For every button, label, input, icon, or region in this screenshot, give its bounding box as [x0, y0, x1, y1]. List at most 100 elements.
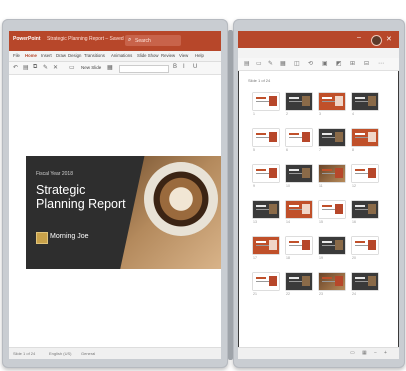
thumbnail-image-block [302, 204, 310, 214]
slide-thumbnail[interactable] [286, 201, 312, 218]
toolbar-icon-11[interactable]: ⋯ [378, 60, 384, 67]
tab-transitions[interactable]: Transitions [84, 53, 105, 58]
slide-number: 21 [253, 292, 257, 296]
slide-thumbnail[interactable] [319, 129, 345, 146]
slide-thumbnail[interactable] [352, 201, 378, 218]
slide-thumbnail[interactable] [253, 93, 279, 110]
minimize-icon[interactable]: – [357, 34, 361, 41]
slide-thumbnail[interactable] [286, 237, 312, 254]
thumbnail-title-bar [256, 133, 266, 135]
slide-thumbnail[interactable] [352, 165, 378, 182]
slide-thumbnail[interactable] [319, 273, 345, 290]
close-icon[interactable]: ✕ [386, 35, 392, 43]
thumbnail-title-bar [322, 97, 332, 99]
thumbnail-title-bar [322, 169, 332, 171]
right-title-bar: – ✕ [238, 31, 399, 48]
toolbar-icon-3[interactable]: ✎ [268, 60, 273, 67]
sensitivity-label[interactable]: General [81, 351, 95, 356]
tab-animations[interactable]: Animations [111, 53, 132, 58]
normal-view-icon[interactable]: ▭ [350, 350, 355, 356]
bold-icon[interactable]: B [173, 64, 177, 70]
zoom-out-button[interactable]: − [374, 350, 377, 356]
layout-icon[interactable]: ▦ [107, 64, 113, 71]
tab-insert[interactable]: Insert [41, 53, 52, 58]
toolbar-icon-2[interactable]: ▭ [256, 60, 262, 67]
tab-file[interactable]: File [13, 53, 20, 58]
toolbar-icon-1[interactable]: ▤ [244, 60, 250, 67]
toolbar-icon-7[interactable]: ▣ [322, 60, 328, 67]
thumbnail-image-block [335, 240, 343, 250]
slide-thumbnail[interactable] [253, 237, 279, 254]
thumbnail-title-bar [322, 277, 332, 279]
tab-help[interactable]: Help [195, 53, 204, 58]
slide-number: 19 [319, 256, 323, 260]
sorter-view-icon[interactable]: ▦ [362, 350, 367, 356]
toolbar-icon-4[interactable]: ▦ [280, 60, 286, 67]
document-title[interactable]: Strategic Planning Report – Saved [47, 36, 124, 42]
thumbnail-image-block [302, 168, 310, 178]
right-status-bar: ▭ ▦ − + [238, 347, 399, 359]
slide-thumbnail[interactable] [253, 201, 279, 218]
slide-thumbnail[interactable] [352, 273, 378, 290]
right-toolbar: ▤ ▭ ✎ ▦ ◫ ⟲ ▣ ◩ ⊞ ⊟ ⋯ [238, 58, 399, 71]
slide-number: 3 [319, 112, 321, 116]
thumbnail-title-bar [289, 277, 299, 279]
slide-number: 22 [286, 292, 290, 296]
toolbar-icon-6[interactable]: ⟲ [308, 60, 313, 67]
toolbar-icon-5[interactable]: ◫ [294, 60, 300, 67]
delete-icon[interactable]: ✕ [53, 64, 58, 71]
slide-thumbnail[interactable] [253, 273, 279, 290]
slide-thumbnail[interactable] [253, 129, 279, 146]
current-slide[interactable]: Fiscal Year 2018 Strategic Planning Repo… [26, 156, 221, 269]
slide-thumbnail[interactable] [286, 129, 312, 146]
new-slide-icon[interactable]: ▭ [69, 64, 75, 71]
undo-icon[interactable]: ↶ [13, 64, 18, 71]
slide-thumbnail[interactable] [253, 165, 279, 182]
slide-number: 24 [352, 292, 356, 296]
avatar[interactable] [371, 35, 382, 46]
tab-view[interactable]: View [179, 53, 188, 58]
slide-thumbnail[interactable] [319, 201, 345, 218]
slide-thumbnail[interactable] [352, 237, 378, 254]
underline-icon[interactable]: U [193, 64, 197, 70]
search-box[interactable]: ⌕ Search [125, 35, 181, 46]
brand-name: Morning Joe [50, 233, 89, 240]
toolbar-icon-9[interactable]: ⊞ [350, 60, 355, 67]
thumbnail-title-bar [256, 205, 266, 207]
tab-slide-show[interactable]: Slide Show [137, 53, 159, 58]
slide-thumbnail[interactable] [352, 129, 378, 146]
sorter-label: Slide 1 of 24 [248, 78, 271, 83]
slide-thumbnail[interactable] [319, 237, 345, 254]
thumbnail-title-bar [322, 241, 332, 243]
thumbnail-image-block [335, 96, 343, 106]
thumbnail-title-bar [289, 205, 299, 207]
slide-number: 1 [253, 112, 255, 116]
zoom-in-icon[interactable]: + [384, 350, 387, 356]
slide-thumbnail[interactable] [286, 273, 312, 290]
search-placeholder: Search [135, 37, 151, 44]
tab-draw[interactable]: Draw [56, 53, 66, 58]
slide-thumbnail[interactable] [319, 165, 345, 182]
slide-number: 12 [352, 184, 356, 188]
slide-thumbnail[interactable] [319, 93, 345, 110]
slide-thumbnail[interactable] [286, 93, 312, 110]
italic-icon[interactable]: I [183, 64, 185, 70]
slide-number: 20 [352, 256, 356, 260]
copy-icon[interactable]: ⧉ [33, 64, 37, 71]
font-selector[interactable] [119, 65, 169, 73]
slide-thumbnail[interactable] [352, 93, 378, 110]
new-slide-button[interactable]: New Slide [81, 65, 101, 70]
toolbar-icon-10[interactable]: ⊟ [364, 60, 369, 67]
thumbnail-image-block [269, 240, 277, 250]
thumbnail-image-block [302, 276, 310, 286]
toolbar-icon-8[interactable]: ◩ [336, 60, 342, 67]
slide-thumbnail[interactable] [286, 165, 312, 182]
thumbnail-title-bar [289, 169, 299, 171]
tab-home[interactable]: Home [25, 53, 37, 58]
paste-icon[interactable]: ▤ [23, 64, 29, 71]
thumbnail-image-block [368, 240, 376, 250]
tab-review[interactable]: Review [161, 53, 175, 58]
language-indicator[interactable]: English (US) [49, 351, 71, 356]
format-icon[interactable]: ✎ [43, 64, 48, 71]
tab-design[interactable]: Design [68, 53, 81, 58]
